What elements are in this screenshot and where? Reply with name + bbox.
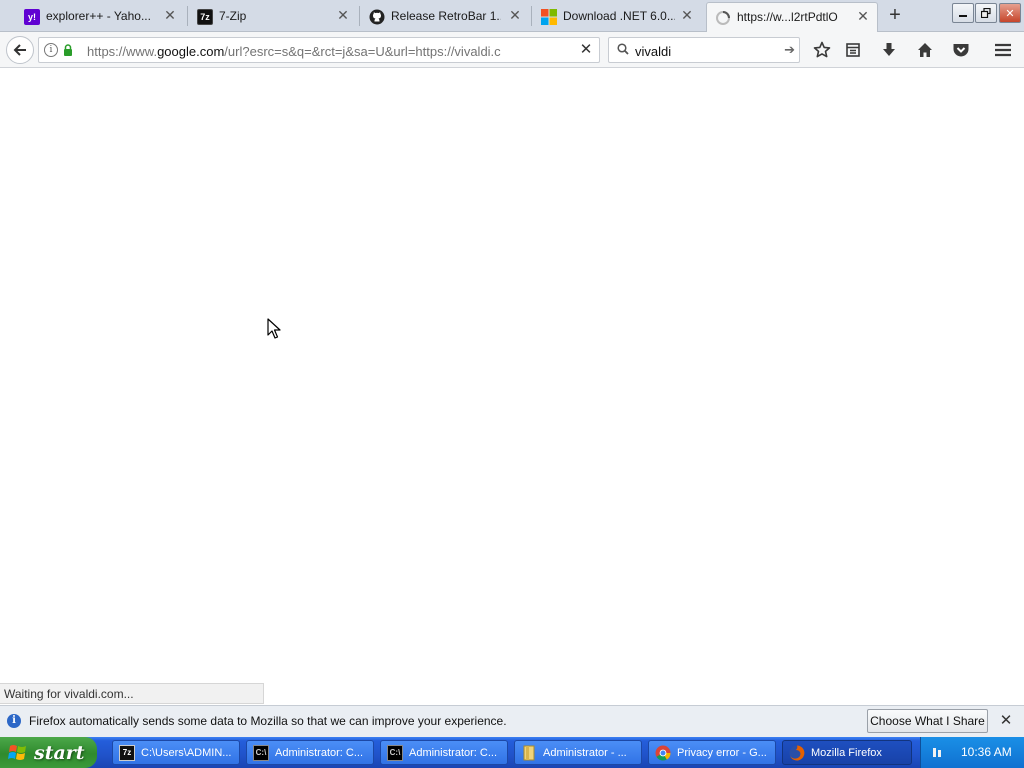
url-bar[interactable]: i https://www.google.com/url?esrc=s&q=&r… xyxy=(38,37,600,63)
tab-title: https://w...l2rtPdtlO xyxy=(737,10,838,24)
page-content[interactable] xyxy=(0,69,1024,705)
tab-explorer-yahoo[interactable]: y! explorer++ - Yaho... ✕ xyxy=(0,2,186,32)
start-label: start xyxy=(34,741,85,764)
tray-network-icon[interactable] xyxy=(931,746,943,758)
choose-what-i-share-button[interactable]: Choose What I Share xyxy=(867,709,988,733)
back-arrow-icon xyxy=(13,44,26,56)
system-tray: 10:36 AM xyxy=(920,737,1024,768)
info-icon: i xyxy=(7,714,21,728)
tab-retrobar-release[interactable]: Release RetroBar 1.... ✕ xyxy=(345,2,531,32)
back-button[interactable] xyxy=(6,36,34,64)
taskbar-item-7zip-explorer[interactable]: 7z C:\Users\ADMIN... xyxy=(112,740,240,765)
folder-icon xyxy=(521,745,537,761)
taskbar-item-label: Administrator: C... xyxy=(275,746,364,759)
taskbar-item-label: Administrator: C... xyxy=(409,746,498,759)
notification-text: Firefox automatically sends some data to… xyxy=(29,714,507,728)
pocket-icon xyxy=(953,44,969,57)
tab-title: explorer++ - Yaho... xyxy=(46,9,151,23)
taskbar-item-cmd-1[interactable]: C:\ Administrator: C... xyxy=(246,740,374,765)
clock[interactable]: 10:36 AM xyxy=(961,745,1012,759)
reading-list-button[interactable] xyxy=(841,38,865,62)
tab-title: 7-Zip xyxy=(219,9,247,23)
url-prefix: https://www. xyxy=(87,44,158,59)
7zip-icon: 7z xyxy=(119,744,135,761)
restore-button[interactable] xyxy=(975,3,997,23)
microsoft-icon xyxy=(541,9,557,25)
cmd-icon: C:\ xyxy=(253,744,269,761)
tab-title: Release RetroBar 1.... xyxy=(391,9,501,23)
close-tab-icon[interactable]: ✕ xyxy=(679,7,695,23)
tab-7zip[interactable]: 7z 7-Zip ✕ xyxy=(173,2,359,32)
search-bar[interactable]: vivaldi ➔ xyxy=(608,37,800,63)
menu-button[interactable] xyxy=(991,38,1015,62)
download-arrow-icon xyxy=(883,43,895,56)
navigation-toolbar: i https://www.google.com/url?esrc=s&q=&r… xyxy=(0,32,1024,68)
taskbar-item-label: Administrator - ... xyxy=(543,746,627,759)
url-text[interactable]: https://www.google.com/url?esrc=s&q=&rct… xyxy=(87,44,542,59)
pocket-button[interactable] xyxy=(949,38,973,62)
yahoo-icon: y! xyxy=(24,9,40,25)
github-icon xyxy=(369,9,385,25)
firefox-icon xyxy=(789,745,805,761)
downloads-button[interactable] xyxy=(877,38,901,62)
tab-active-vivaldi-redirect[interactable]: https://w...l2rtPdtlO ✕ xyxy=(706,2,878,33)
taskbar-item-label: Mozilla Firefox xyxy=(811,746,882,759)
search-go-arrow-icon[interactable]: ➔ xyxy=(784,42,795,58)
taskbar-item-cmd-2[interactable]: C:\ Administrator: C... xyxy=(380,740,508,765)
loading-icon xyxy=(715,10,731,26)
windows-logo-icon xyxy=(8,744,26,760)
search-icon xyxy=(617,43,629,55)
close-icon: ✕ xyxy=(1005,7,1015,20)
notification-bar: i Firefox automatically sends some data … xyxy=(0,705,1024,737)
tab-dotnet-download[interactable]: Download .NET 6.0... ✕ xyxy=(517,2,703,32)
status-panel: Waiting for vivaldi.com... xyxy=(0,683,264,704)
taskbar-item-label: C:\Users\ADMIN... xyxy=(141,746,232,759)
window-close-button[interactable]: ✕ xyxy=(999,3,1021,23)
lock-icon xyxy=(64,44,72,56)
taskbar-item-label: Privacy error - G... xyxy=(677,746,767,759)
search-input[interactable]: vivaldi xyxy=(635,44,671,59)
info-icon[interactable]: i xyxy=(44,43,58,57)
taskbar: start 7z C:\Users\ADMIN... C:\ Administr… xyxy=(0,737,1024,768)
hamburger-menu-icon xyxy=(995,43,1011,57)
tab-title: Download .NET 6.0... xyxy=(563,9,675,23)
taskbar-item-chrome-privacy-error[interactable]: Privacy error - G... xyxy=(648,740,776,765)
stop-loading-button[interactable]: ✕ xyxy=(577,41,595,59)
bookmark-star-button[interactable] xyxy=(810,38,834,62)
star-icon xyxy=(813,41,831,58)
restore-icon xyxy=(981,8,991,18)
chrome-icon xyxy=(655,745,671,761)
bookmarks-list-icon xyxy=(846,43,860,57)
cmd-icon: C:\ xyxy=(387,744,403,761)
home-button[interactable] xyxy=(913,38,937,62)
minimize-button[interactable] xyxy=(952,3,974,23)
minimize-icon xyxy=(959,15,967,17)
mouse-cursor-icon xyxy=(267,318,281,339)
taskbar-item-folder[interactable]: Administrator - ... xyxy=(514,740,642,765)
start-button[interactable]: start xyxy=(0,737,97,768)
url-domain: google.com xyxy=(157,44,225,59)
notification-close-icon[interactable]: ✕ xyxy=(998,713,1014,729)
new-tab-button[interactable]: + xyxy=(884,5,906,27)
home-icon xyxy=(918,43,932,57)
close-tab-icon[interactable]: ✕ xyxy=(855,8,871,24)
7zip-icon: 7z xyxy=(197,9,213,25)
taskbar-item-firefox[interactable]: Mozilla Firefox xyxy=(782,740,912,765)
url-path: /url?esrc=s&q=&rct=j&sa=U&url=https://vi… xyxy=(224,44,501,59)
tab-strip: y! explorer++ - Yaho... ✕ 7z 7-Zip ✕ Rel… xyxy=(0,0,1024,33)
